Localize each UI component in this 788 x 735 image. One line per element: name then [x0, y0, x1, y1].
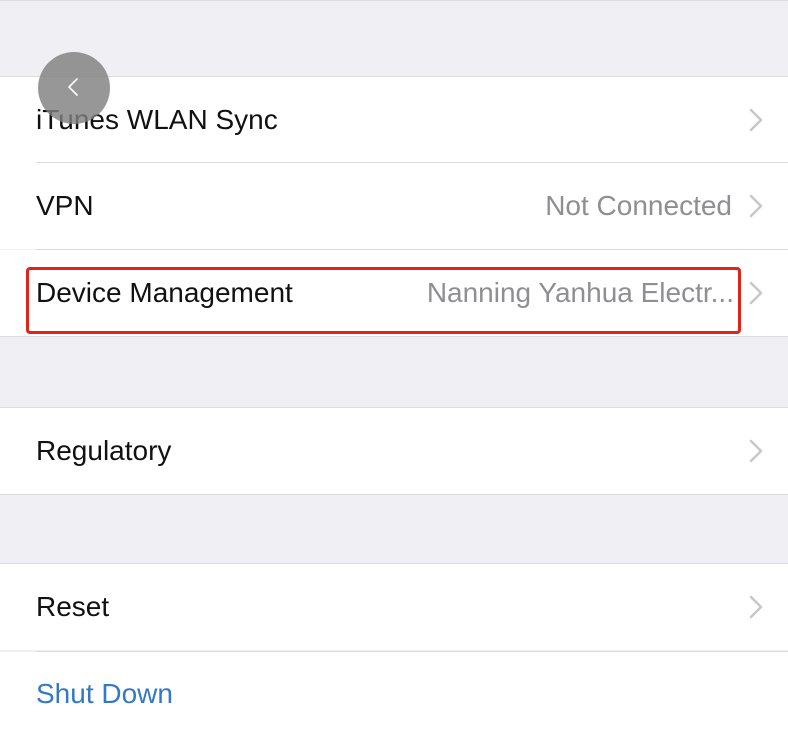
row-value: Not Connected — [545, 190, 732, 221]
row-shut-down[interactable]: Shut Down — [0, 652, 788, 735]
chevron-right-icon — [749, 281, 763, 305]
row-label: VPN — [36, 190, 94, 221]
shut-down-button[interactable]: Shut Down — [36, 678, 173, 710]
row-reset[interactable]: Reset — [0, 564, 788, 650]
back-arrow-icon — [68, 78, 78, 96]
row-itunes-wlan-sync[interactable]: iTunes WLAN Sync — [0, 77, 788, 163]
row-label: Reset — [36, 591, 110, 622]
back-button[interactable] — [38, 52, 110, 124]
row-vpn[interactable]: VPN Not Connected — [0, 163, 788, 249]
highlight-box — [26, 267, 741, 334]
section-gap — [0, 337, 788, 407]
chevron-right-icon — [749, 108, 763, 132]
section-gap-top — [0, 0, 788, 76]
row-label: Regulatory — [36, 435, 172, 466]
chevron-right-icon — [749, 595, 763, 619]
row-regulatory[interactable]: Regulatory — [0, 408, 788, 494]
chevron-right-icon — [749, 439, 763, 463]
chevron-right-icon — [749, 194, 763, 218]
section-gap — [0, 495, 788, 563]
divider — [0, 0, 788, 1]
